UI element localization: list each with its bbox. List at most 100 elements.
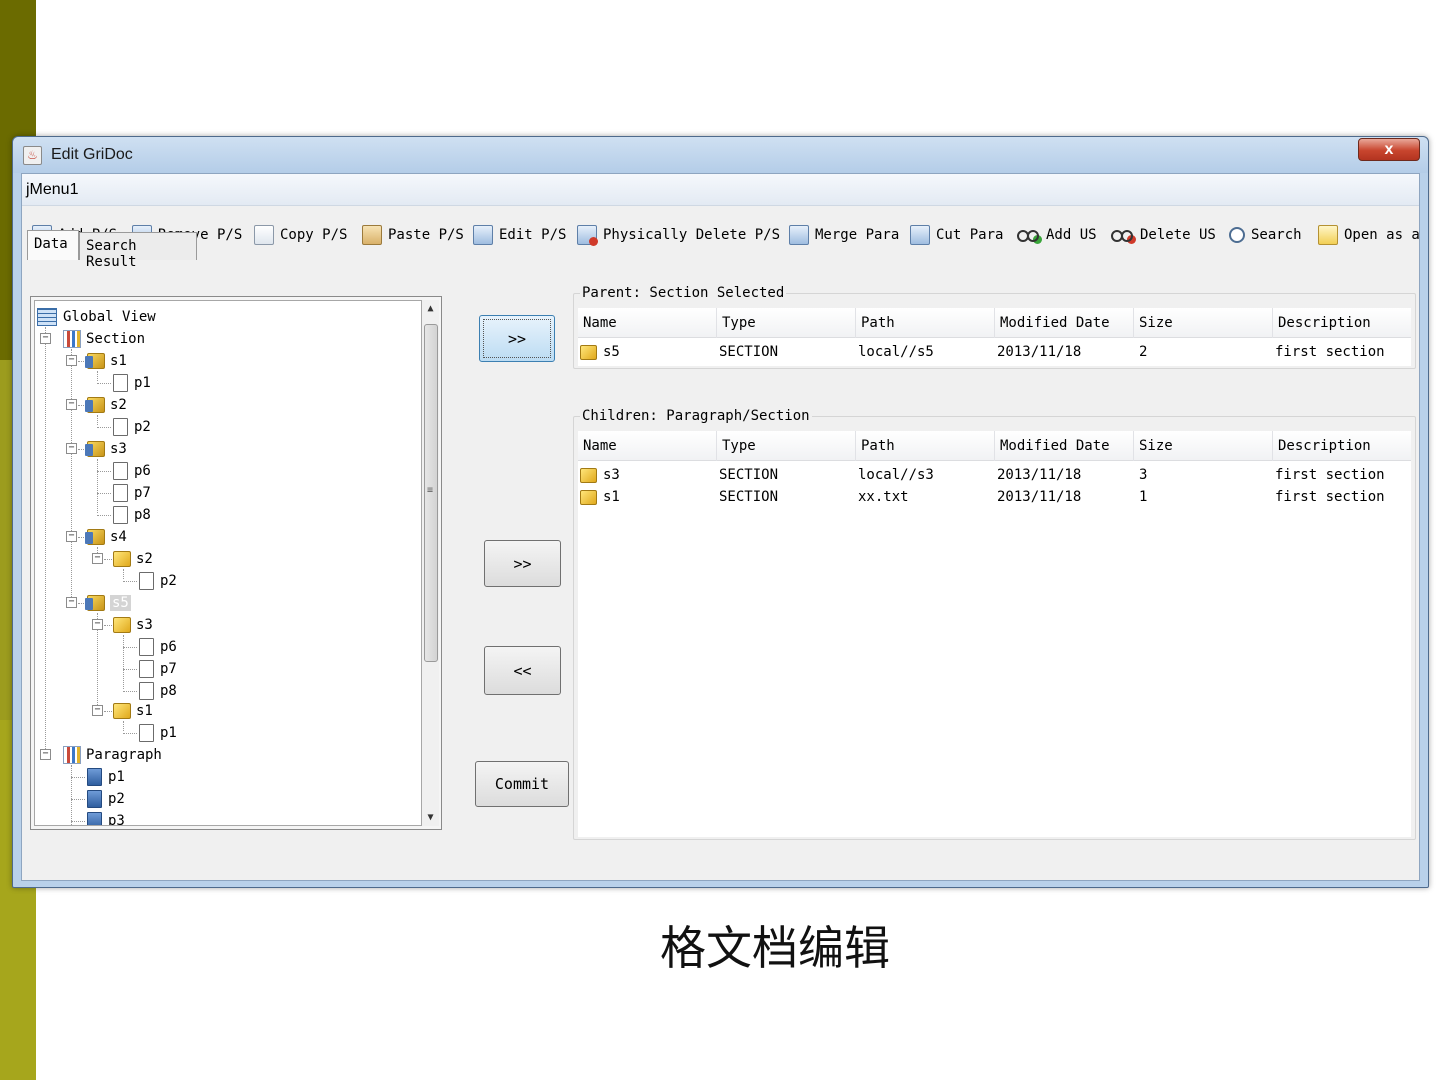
collapse-toggle-s5-s1[interactable]: − <box>92 705 103 716</box>
page-icon <box>113 506 128 524</box>
title-bar[interactable]: ♨ Edit GriDoc x <box>13 137 1428 173</box>
tree-node-s4[interactable]: s4 <box>85 527 127 547</box>
move-to-parent-button[interactable]: >> <box>479 315 555 362</box>
table-row[interactable]: s3 SECTION local//s3 2013/11/18 3 first … <box>578 464 1411 486</box>
column-header-size[interactable]: Size <box>1134 308 1273 338</box>
tree-node-s4-s2[interactable]: s2 <box>113 549 153 569</box>
collapse-toggle-s4[interactable]: − <box>66 531 77 542</box>
merge-para-button[interactable]: Merge Para <box>789 222 899 248</box>
tree-panel: Global View − Section − s1 p1 − s2 p2 − … <box>30 296 442 830</box>
edit-icon <box>473 225 493 245</box>
parent-table: Name Type Path Modified Date Size Descri… <box>578 308 1411 366</box>
page-icon <box>139 724 154 742</box>
children-table-header: Name Type Path Modified Date Size Descri… <box>578 431 1411 461</box>
move-right-button[interactable]: >> <box>484 540 561 587</box>
tree-node-s5-s3-p8[interactable]: p8 <box>139 681 177 701</box>
parent-panel: Parent: Section Selected Name Type Path … <box>573 285 1416 369</box>
tree-node-s5-s3-p7[interactable]: p7 <box>139 659 177 679</box>
collapse-toggle-s1[interactable]: − <box>66 355 77 366</box>
column-header-name[interactable]: Name <box>578 431 717 461</box>
scroll-thumb[interactable]: ≡ <box>424 324 438 662</box>
folder-icon <box>85 529 105 545</box>
children-panel: Children: Paragraph/Section Name Type Pa… <box>573 408 1416 840</box>
parent-panel-title: Parent: Section Selected <box>580 285 787 301</box>
window-title: Edit GriDoc <box>51 146 133 163</box>
move-left-button[interactable]: << <box>484 646 561 695</box>
folder-icon <box>580 344 597 360</box>
tree-node-para-p1[interactable]: p1 <box>87 767 125 787</box>
add-us-button[interactable]: Add US <box>1016 222 1097 248</box>
document-tree[interactable]: Global View − Section − s1 p1 − s2 p2 − … <box>34 300 422 826</box>
collapse-toggle-s4-s2[interactable]: − <box>92 553 103 564</box>
tree-node-section[interactable]: Section <box>63 329 145 349</box>
commit-button[interactable]: Commit <box>475 761 569 807</box>
tree-node-s5-selected[interactable]: s5 <box>85 593 131 613</box>
tree-node-s1[interactable]: s1 <box>85 351 127 371</box>
tree-node-paragraph[interactable]: Paragraph <box>63 745 162 765</box>
java-app-icon: ♨ <box>23 146 42 165</box>
binoculars-add-icon <box>1016 225 1042 245</box>
page-icon <box>139 682 154 700</box>
collapse-toggle-s3[interactable]: − <box>66 443 77 454</box>
tree-node-s3[interactable]: s3 <box>85 439 127 459</box>
collapse-toggle-paragraph[interactable]: − <box>40 749 51 760</box>
search-button[interactable]: Search <box>1229 222 1302 248</box>
tree-node-s3-p6[interactable]: p6 <box>113 461 151 481</box>
open-as-button[interactable]: Open as a <box>1318 222 1419 248</box>
folder-icon <box>85 397 105 413</box>
menu-jmenu1[interactable]: jMenu1 <box>26 181 78 199</box>
column-header-modified-date[interactable]: Modified Date <box>995 308 1134 338</box>
column-header-path[interactable]: Path <box>856 431 995 461</box>
column-header-name[interactable]: Name <box>578 308 717 338</box>
tree-node-s5-s3-p6[interactable]: p6 <box>139 637 177 657</box>
folder-icon <box>113 551 131 567</box>
tree-node-s5-s1[interactable]: s1 <box>113 701 153 721</box>
scroll-down-arrow-icon[interactable]: ▼ <box>422 809 439 826</box>
copy-icon <box>254 225 274 245</box>
tree-scrollbar[interactable]: ▲ ≡ ▼ <box>422 300 439 826</box>
folder-icon <box>85 353 105 369</box>
tree-node-para-p3[interactable]: p3 <box>87 811 125 825</box>
edit-ps-button[interactable]: Edit P/S <box>473 222 566 248</box>
table-row[interactable]: s5 SECTION local//s5 2013/11/18 2 first … <box>578 341 1411 363</box>
column-header-type[interactable]: Type <box>717 431 856 461</box>
tree-node-s5-s1-p1[interactable]: p1 <box>139 723 177 743</box>
page-icon <box>139 638 154 656</box>
close-button[interactable]: x <box>1358 138 1420 161</box>
tree-node-s2-p2[interactable]: p2 <box>113 417 151 437</box>
copy-ps-button[interactable]: Copy P/S <box>254 222 347 248</box>
column-header-type[interactable]: Type <box>717 308 856 338</box>
column-header-size[interactable]: Size <box>1134 431 1273 461</box>
search-icon <box>1229 227 1245 243</box>
paste-ps-button[interactable]: Paste P/S <box>362 222 464 248</box>
tree-node-s5-s3[interactable]: s3 <box>113 615 153 635</box>
collapse-toggle-s5[interactable]: − <box>66 597 77 608</box>
tree-node-s4-s2-p2[interactable]: p2 <box>139 571 177 591</box>
tree-node-s3-p8[interactable]: p8 <box>113 505 151 525</box>
tab-search-result[interactable]: Search Result <box>79 232 197 270</box>
physically-delete-ps-button[interactable]: Physically Delete P/S <box>577 222 780 248</box>
tree-node-global-view[interactable]: Global View <box>37 307 156 327</box>
delete-us-button[interactable]: Delete US <box>1110 222 1216 248</box>
tree-node-s3-p7[interactable]: p7 <box>113 483 151 503</box>
collapse-toggle-section[interactable]: − <box>40 333 51 344</box>
folder-icon <box>113 703 131 719</box>
scroll-up-arrow-icon[interactable]: ▲ <box>422 300 439 317</box>
column-header-description[interactable]: Description <box>1273 308 1411 338</box>
section-category-icon <box>63 330 81 348</box>
delete-icon <box>577 225 598 246</box>
cut-para-button[interactable]: Cut Para <box>910 222 1003 248</box>
tree-node-s2[interactable]: s2 <box>85 395 127 415</box>
tree-node-s1-p1[interactable]: p1 <box>113 373 151 393</box>
tab-data[interactable]: Data <box>27 230 79 260</box>
open-folder-icon <box>1318 225 1338 245</box>
column-header-path[interactable]: Path <box>856 308 995 338</box>
paragraph-category-icon <box>63 746 81 764</box>
children-table[interactable]: Name Type Path Modified Date Size Descri… <box>578 431 1411 837</box>
column-header-modified-date[interactable]: Modified Date <box>995 431 1134 461</box>
column-header-description[interactable]: Description <box>1273 431 1411 461</box>
table-row[interactable]: s1 SECTION xx.txt 2013/11/18 1 first sec… <box>578 486 1411 508</box>
collapse-toggle-s5-s3[interactable]: − <box>92 619 103 630</box>
collapse-toggle-s2[interactable]: − <box>66 399 77 410</box>
tree-node-para-p2[interactable]: p2 <box>87 789 125 809</box>
